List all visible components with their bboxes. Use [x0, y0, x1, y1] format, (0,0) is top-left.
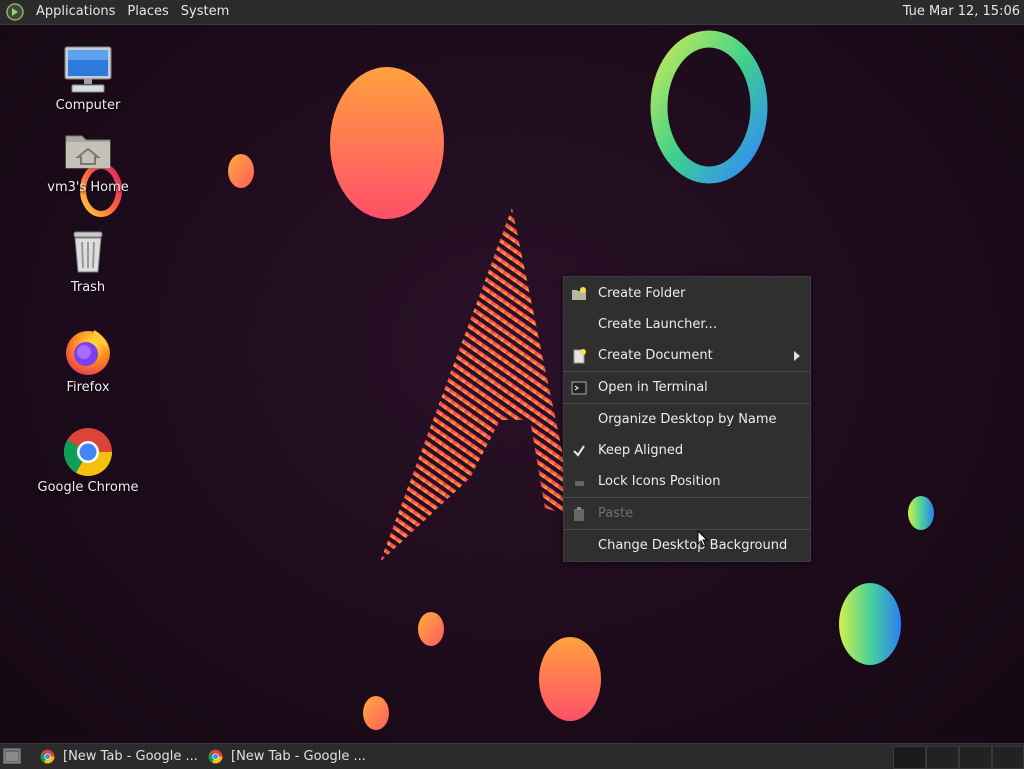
desktop-icon-label: Trash — [70, 280, 106, 295]
menu-item-paste[interactable]: Paste — [564, 499, 810, 529]
menu-separator — [564, 403, 810, 404]
menu-places[interactable]: Places — [121, 0, 174, 24]
menu-separator — [564, 371, 810, 372]
taskbar-item-label: [New Tab - Google ... — [63, 749, 198, 764]
workspace-4[interactable] — [992, 746, 1024, 769]
menu-item-label: Keep Aligned — [598, 443, 684, 458]
chrome-icon — [40, 749, 55, 764]
chrome-icon — [63, 428, 112, 477]
computer-icon — [64, 46, 112, 93]
menu-item-label: Open in Terminal — [598, 380, 708, 395]
menu-applications[interactable]: Applications — [30, 0, 121, 24]
menu-item-organize-by-name[interactable]: Organize Desktop by Name — [564, 405, 810, 435]
firefox-icon — [66, 330, 110, 375]
chrome-icon — [208, 749, 223, 764]
desktop-icon-trash[interactable]: Trash — [33, 226, 143, 295]
mate-logo-icon[interactable] — [6, 3, 24, 21]
lock-icon — [575, 481, 584, 486]
workspace-1[interactable] — [893, 746, 926, 769]
menu-item-label: Create Document — [598, 348, 713, 363]
trash-icon — [73, 231, 103, 273]
document-new-icon — [573, 349, 586, 364]
desktop-icon-chrome[interactable]: Google Chrome — [33, 426, 143, 495]
clock[interactable]: Tue Mar 12, 15:06 — [895, 0, 1024, 24]
desktop-icon-label: Computer — [55, 98, 121, 113]
desktop-icon-label: Firefox — [66, 380, 110, 395]
taskbar-item-label: [New Tab - Google ... — [231, 749, 366, 764]
home-folder-icon — [65, 135, 111, 169]
top-panel: Applications Places System Tue Mar 12, 1… — [0, 0, 1024, 25]
show-desktop-icon[interactable] — [3, 748, 21, 764]
taskbar-item-chrome-1[interactable]: [New Tab - Google ... — [34, 744, 200, 769]
mouse-cursor-icon — [697, 530, 709, 547]
desktop-icon-computer[interactable]: Computer — [33, 44, 143, 113]
desktop-icon-label: Google Chrome — [37, 480, 139, 495]
submenu-arrow-icon — [794, 351, 800, 361]
menu-item-create-document[interactable]: Create Document — [564, 341, 810, 371]
terminal-icon — [571, 381, 587, 395]
taskbar-item-chrome-2[interactable]: [New Tab - Google ... — [202, 744, 368, 769]
menu-separator — [564, 497, 810, 498]
workspace-3[interactable] — [959, 746, 992, 769]
menu-item-create-folder[interactable]: Create Folder — [564, 279, 810, 309]
workspace-2[interactable] — [926, 746, 959, 769]
paste-icon — [574, 507, 584, 521]
desktop-icon-home[interactable]: vm3's Home — [33, 126, 143, 195]
desktop-background[interactable] — [0, 0, 1024, 768]
menu-item-keep-aligned[interactable]: Keep Aligned — [564, 436, 810, 466]
checkmark-icon — [573, 445, 585, 457]
menu-item-lock-icons[interactable]: Lock Icons Position — [564, 467, 810, 497]
wallpaper — [80, 30, 934, 730]
bottom-panel: [New Tab - Google ... [New Tab - Google … — [0, 743, 1024, 769]
desktop-context-menu: Create Folder Create Launcher... Create … — [563, 276, 811, 562]
menu-item-label: Create Launcher... — [598, 317, 717, 332]
menu-item-change-background[interactable]: Change Desktop Background — [564, 531, 810, 561]
menu-separator — [564, 529, 810, 530]
menu-item-label: Paste — [598, 506, 634, 521]
menu-system[interactable]: System — [175, 0, 235, 24]
desktop-icon-firefox[interactable]: Firefox — [33, 326, 143, 395]
desktop-icon-label: vm3's Home — [47, 180, 129, 195]
menu-item-label: Change Desktop Background — [598, 538, 788, 553]
folder-new-icon — [572, 287, 586, 300]
menu-item-label: Lock Icons Position — [598, 474, 721, 489]
menu-item-open-terminal[interactable]: Open in Terminal — [564, 373, 810, 403]
menu-item-create-launcher[interactable]: Create Launcher... — [564, 310, 810, 340]
menu-item-label: Organize Desktop by Name — [598, 412, 777, 427]
menu-item-label: Create Folder — [598, 286, 686, 301]
